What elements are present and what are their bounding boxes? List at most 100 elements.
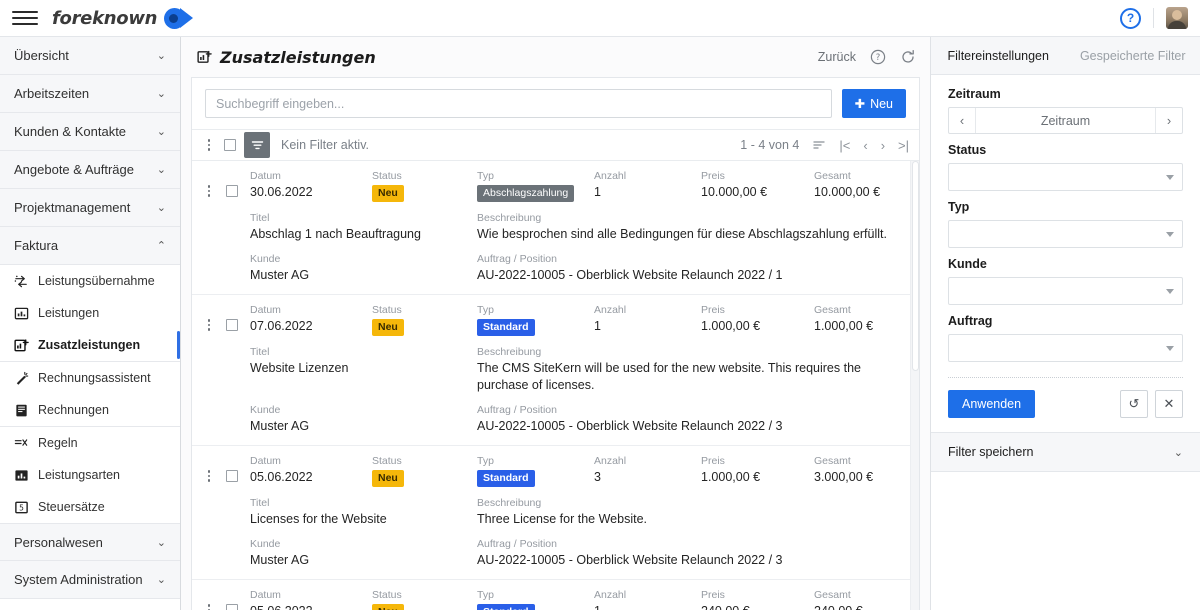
cell-gesamt: 240,00 € [814, 603, 905, 610]
chevron-right-icon[interactable]: › [1155, 108, 1182, 133]
filter-select-typ[interactable] [948, 220, 1183, 248]
filter-actions: Anwenden ↺ ✕ [948, 390, 1183, 418]
cell-kunde: Muster AG [250, 419, 310, 433]
sidebar-group-personalwesen[interactable]: Personalwesen ⌄ [0, 523, 180, 561]
col-label-preis: Preis [701, 304, 725, 316]
row-checkbox[interactable] [226, 604, 238, 610]
more-vertical-icon[interactable] [200, 604, 218, 610]
svg-text:?: ? [876, 53, 881, 63]
question-mark-icon[interactable]: ? [1120, 7, 1141, 29]
sidebar-group-faktura[interactable]: Faktura ⌃ [0, 227, 180, 265]
filter-save-section[interactable]: Filter speichern ⌄ [931, 432, 1200, 472]
chevron-left-icon[interactable]: ‹ [949, 108, 976, 133]
apply-filter-button[interactable]: Anwenden [948, 390, 1036, 418]
col-label-preis: Preis [701, 455, 725, 467]
cell-anzahl: 1 [594, 185, 601, 199]
row-checkbox[interactable] [226, 470, 238, 482]
cell-preis: 1.000,00 € [701, 470, 761, 484]
sidebar-item-zusatzleistungen[interactable]: Zusatzleistungen [0, 329, 180, 361]
typ-badge: Standard [477, 470, 535, 487]
col-label-titel: Titel [250, 497, 270, 509]
chevron-down-icon [1166, 231, 1174, 237]
sidebar-group-arbeitszeiten[interactable]: Arbeitszeiten ⌄ [0, 75, 180, 113]
filter-icon[interactable] [244, 132, 270, 158]
select-all-checkbox[interactable] [224, 139, 236, 151]
page-title-text: Zusatzleistungen [220, 47, 376, 67]
more-vertical-icon[interactable] [200, 185, 218, 197]
row-checkbox[interactable] [226, 319, 238, 331]
sidebar-group-projektmanagement[interactable]: Projektmanagement ⌄ [0, 189, 180, 227]
sidebar-item-label: Leistungsarten [38, 468, 121, 482]
sidebar-group-angebote-auftraege[interactable]: Angebote & Aufträge ⌄ [0, 151, 180, 189]
refresh-icon[interactable] [900, 49, 916, 65]
sidebar-item-leistungsarten[interactable]: Leistungsarten [0, 459, 180, 491]
close-icon[interactable]: ✕ [1155, 390, 1183, 418]
more-vertical-icon[interactable] [200, 319, 218, 331]
vertical-scrollbar[interactable] [910, 161, 919, 610]
last-page-icon[interactable]: >| [898, 138, 909, 153]
typ-badge: Standard [477, 604, 535, 610]
cell-beschreibung: The CMS SiteKern will be used for the ne… [477, 361, 861, 392]
table-row[interactable]: Datum 30.06.2022 Status Neu Typ Abschlag… [192, 161, 919, 295]
top-bar-actions: ? [1120, 7, 1188, 29]
undo-icon[interactable]: ↺ [1120, 390, 1148, 418]
first-page-icon[interactable]: |< [839, 138, 850, 153]
filter-label-typ: Typ [948, 200, 970, 214]
next-page-icon[interactable]: › [881, 138, 885, 153]
sidebar-group-kunden-kontakte[interactable]: Kunden & Kontakte ⌄ [0, 113, 180, 151]
filter-select-status[interactable] [948, 163, 1183, 191]
chart-box-plus-icon [14, 338, 29, 351]
hamburger-menu-icon[interactable] [12, 5, 38, 31]
sidebar-item-leistungsuebernahme[interactable]: Leistungsübernahme [0, 265, 180, 297]
question-circle-icon[interactable]: ? [870, 49, 886, 65]
cell-gesamt: 10.000,00 € [814, 185, 881, 199]
col-label-typ: Typ [477, 170, 494, 182]
table-row[interactable]: Datum 07.06.2022 Status Neu Typ Standard [192, 295, 919, 446]
avatar[interactable] [1166, 7, 1188, 29]
brand-logo[interactable]: foreknown [52, 7, 194, 29]
sidebar-item-steuersaetze[interactable]: 5 Steuersätze [0, 491, 180, 523]
back-link[interactable]: Zurück [818, 50, 856, 64]
page-title: Zusatzleistungen [197, 48, 376, 67]
more-vertical-icon[interactable] [200, 470, 218, 482]
row-controls [192, 169, 250, 284]
col-label-typ: Typ [477, 455, 494, 467]
typ-badge: Abschlagszahlung [477, 185, 575, 202]
table-row[interactable]: Datum 05.06.2022 Status Neu Typ Standard [192, 580, 919, 610]
sort-icon[interactable] [812, 138, 826, 152]
tab-filtereinstellungen[interactable]: Filtereinstellungen [931, 37, 1066, 74]
sidebar-group-uebersicht[interactable]: Übersicht ⌄ [0, 37, 180, 75]
scrollbar-thumb[interactable] [912, 161, 919, 371]
col-label-beschreibung: Beschreibung [477, 497, 542, 509]
zeitraum-value[interactable]: Zeitraum [976, 108, 1155, 133]
search-input[interactable] [205, 89, 832, 118]
new-button[interactable]: ✚ Neu [841, 89, 906, 118]
list-panel: ✚ Neu Kein Filter aktiv. 1 - 4 von 4 [191, 77, 920, 610]
sidebar-item-rechnungen[interactable]: Rechnungen [0, 394, 180, 426]
page-header: Zusatzleistungen Zurück ? [181, 37, 930, 77]
filter-select-kunde[interactable] [948, 277, 1183, 305]
row-checkbox[interactable] [226, 185, 238, 197]
sidebar-item-leistungen[interactable]: Leistungen [0, 297, 180, 329]
tab-gespeicherte-filter[interactable]: Gespeicherte Filter [1066, 37, 1200, 74]
col-label-status: Status [372, 304, 402, 316]
filter-save-label: Filter speichern [948, 445, 1034, 459]
filter-tabs: Filtereinstellungen Gespeicherte Filter [931, 37, 1200, 75]
table-row[interactable]: Datum 05.06.2022 Status Neu Typ Standard [192, 446, 919, 580]
col-label-auftrag: Auftrag / Position [477, 404, 557, 416]
more-vertical-icon[interactable] [200, 139, 218, 151]
prev-page-icon[interactable]: ‹ [863, 138, 867, 153]
row-controls [192, 303, 250, 435]
sidebar-item-regeln[interactable]: Regeln [0, 427, 180, 459]
chevron-down-icon: ⌄ [156, 202, 166, 214]
sidebar-item-rechnungsassistent[interactable]: Rechnungsassistent [0, 362, 180, 394]
sidebar-item-label: Steuersätze [38, 500, 105, 514]
list-toolbar: Kein Filter aktiv. 1 - 4 von 4 |< ‹ › >| [192, 129, 919, 161]
chevron-down-icon: ⌄ [1173, 446, 1183, 459]
col-label-preis: Preis [701, 170, 725, 182]
filter-select-auftrag[interactable] [948, 334, 1183, 362]
cell-preis: 10.000,00 € [701, 185, 768, 199]
col-label-gesamt: Gesamt [814, 170, 851, 182]
cell-anzahl: 1 [594, 603, 701, 610]
sidebar-group-system-administration[interactable]: System Administration ⌄ [0, 561, 180, 599]
